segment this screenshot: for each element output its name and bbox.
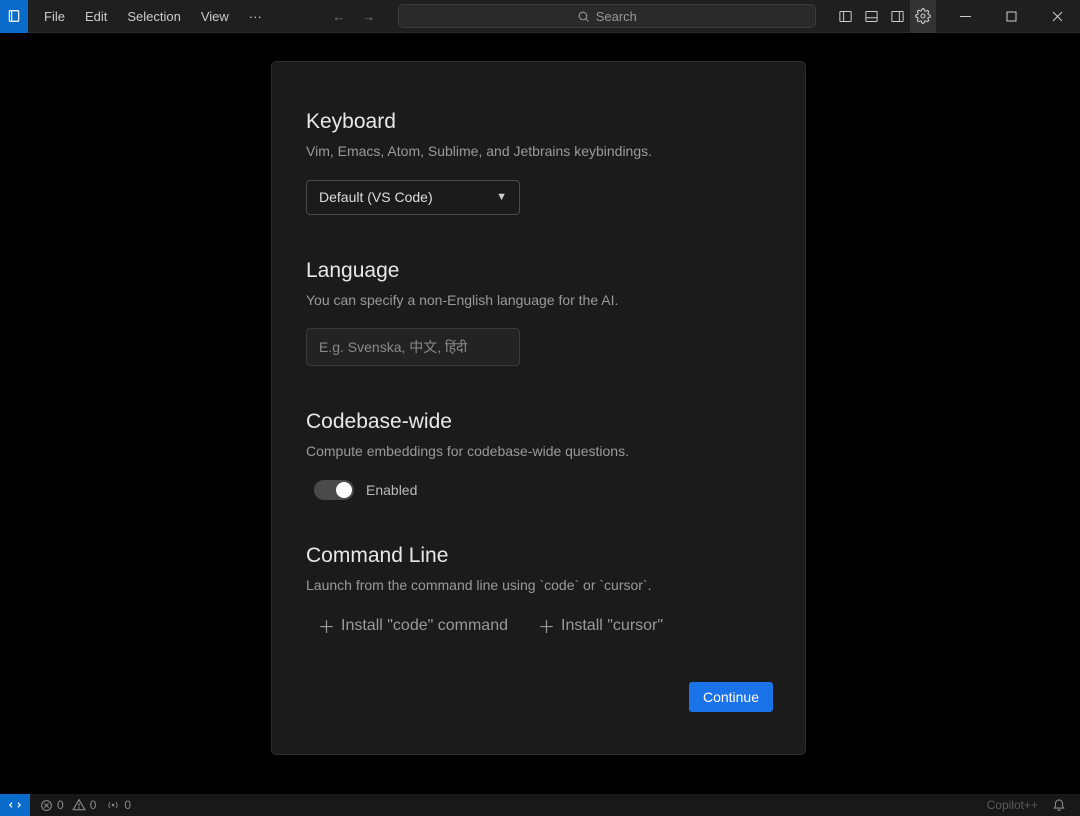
- error-icon: [40, 799, 53, 812]
- plus-icon: ＋: [538, 613, 555, 638]
- commandline-description: Launch from the command line using `code…: [306, 576, 771, 596]
- search-placeholder-text: Search: [596, 9, 637, 24]
- remote-indicator[interactable]: [0, 794, 30, 816]
- warning-icon: [72, 798, 86, 812]
- language-heading: Language: [306, 259, 771, 283]
- keyboard-description: Vim, Emacs, Atom, Sublime, and Jetbrains…: [306, 142, 771, 162]
- menu-edit[interactable]: Edit: [75, 3, 117, 30]
- chevron-down-icon: ▼: [496, 191, 507, 203]
- error-count: 0: [57, 798, 64, 812]
- continue-button[interactable]: Continue: [689, 682, 773, 712]
- ports-status[interactable]: 0: [106, 798, 131, 812]
- warning-count: 0: [90, 798, 97, 812]
- install-code-label: Install "code" command: [341, 617, 508, 635]
- nav-back-icon[interactable]: ←: [328, 9, 350, 24]
- antenna-icon: [106, 798, 120, 812]
- plus-icon: ＋: [318, 613, 335, 638]
- status-bar: 0 0 0 Copilot++: [0, 794, 1080, 816]
- nav-forward-icon[interactable]: →: [358, 9, 380, 24]
- codebase-embeddings-toggle[interactable]: [314, 480, 354, 500]
- keymap-selected-value: Default (VS Code): [319, 189, 433, 205]
- toggle-secondary-sidebar-icon[interactable]: [884, 0, 910, 33]
- settings-gear-icon[interactable]: [910, 0, 936, 33]
- commandline-heading: Command Line: [306, 544, 771, 568]
- codebase-heading: Codebase-wide: [306, 410, 771, 434]
- keyboard-heading: Keyboard: [306, 110, 771, 134]
- window-maximize-button[interactable]: [988, 0, 1034, 33]
- window-close-button[interactable]: [1034, 0, 1080, 33]
- install-code-command-button[interactable]: ＋ Install "code" command: [318, 613, 508, 638]
- toggle-knob: [336, 482, 352, 498]
- window-minimize-button[interactable]: [942, 0, 988, 33]
- menu-file[interactable]: File: [34, 3, 75, 30]
- copilot-status[interactable]: Copilot++: [987, 798, 1038, 812]
- menu-selection[interactable]: Selection: [117, 3, 190, 30]
- command-center-search[interactable]: Search: [398, 4, 816, 28]
- problems-status[interactable]: 0 0: [40, 798, 96, 812]
- setup-card: Keyboard Vim, Emacs, Atom, Sublime, and …: [271, 61, 806, 755]
- toggle-label: Enabled: [366, 482, 417, 498]
- toggle-panel-icon[interactable]: [858, 0, 884, 33]
- title-bar: File Edit Selection View ··· ← → Search: [0, 0, 1080, 33]
- search-icon: [577, 10, 590, 23]
- toggle-primary-sidebar-icon[interactable]: [832, 0, 858, 33]
- menu-overflow[interactable]: ···: [239, 3, 272, 30]
- ports-count: 0: [124, 798, 131, 812]
- install-cursor-label: Install "cursor": [561, 617, 663, 635]
- menu-view[interactable]: View: [191, 3, 239, 30]
- app-icon: [0, 0, 28, 33]
- language-description: You can specify a non-English language f…: [306, 291, 771, 311]
- menu-bar: File Edit Selection View ···: [34, 3, 272, 30]
- notifications-bell-icon[interactable]: [1052, 797, 1066, 814]
- keyboard-keymap-select[interactable]: Default (VS Code) ▼: [306, 180, 520, 215]
- language-input[interactable]: [306, 328, 520, 366]
- install-cursor-command-button[interactable]: ＋ Install "cursor": [538, 613, 663, 638]
- codebase-description: Compute embeddings for codebase-wide que…: [306, 442, 771, 462]
